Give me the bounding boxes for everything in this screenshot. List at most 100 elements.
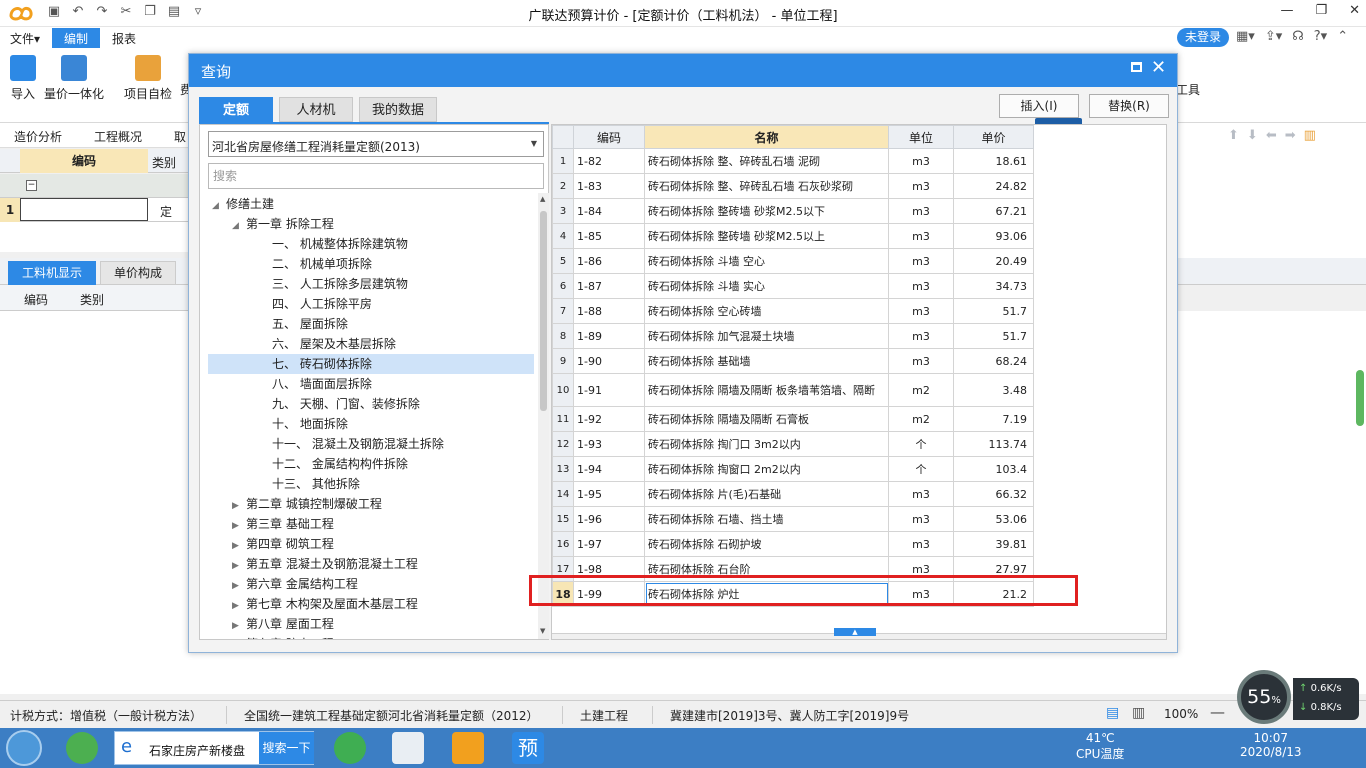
header-name[interactable]: 名称 xyxy=(644,125,889,149)
code-cell[interactable]: 1-95 xyxy=(573,481,645,507)
table-row[interactable]: 9 1-90 砖石砌体拆除 基础墙 m3 68.24 xyxy=(552,348,1034,374)
table-row[interactable]: 7 1-88 砖石砌体拆除 空心砖墙 m3 51.7 xyxy=(552,298,1034,324)
table-row[interactable]: 6 1-87 砖石砌体拆除 斗墙 实心 m3 34.73 xyxy=(552,273,1034,299)
code-cell[interactable]: 1-91 xyxy=(573,373,645,407)
name-cell[interactable]: 砖石砌体拆除 片(毛)石基础 xyxy=(644,481,889,507)
table-row[interactable]: 15 1-96 砖石砌体拆除 石墙、挡土墙 m3 53.06 xyxy=(552,506,1034,532)
tree-node[interactable]: 六、 屋架及木基层拆除 xyxy=(258,334,396,354)
tree-node[interactable]: ▶ 第二章 城镇控制爆破工程 xyxy=(232,494,382,514)
app360-icon[interactable] xyxy=(66,732,98,764)
tree-node[interactable]: 十三、 其他拆除 xyxy=(258,474,360,494)
name-cell[interactable]: 砖石砌体拆除 掏门口 3m2以内 xyxy=(644,431,889,457)
unit-cell[interactable]: 个 xyxy=(888,431,954,457)
tree-node[interactable]: ▶ 第八章 屋面工程 xyxy=(232,614,334,634)
insert-button[interactable]: 插入(I) xyxy=(999,94,1079,118)
name-cell[interactable]: 砖石砌体拆除 基础墙 xyxy=(644,348,889,374)
name-cell[interactable]: 砖石砌体拆除 石台阶 xyxy=(644,556,889,582)
table-row[interactable]: 3 1-84 砖石砌体拆除 整砖墙 砂浆M2.5以下 m3 67.21 xyxy=(552,198,1034,224)
upload-icon[interactable]: ⇪▾ xyxy=(1265,29,1282,44)
code-cell[interactable]: 1-94 xyxy=(573,456,645,482)
code-cell[interactable]: 1-98 xyxy=(573,556,645,582)
price-cell[interactable]: 34.73 xyxy=(953,273,1034,299)
unit-cell[interactable]: m3 xyxy=(888,273,954,299)
arrow-up-icon[interactable]: ⬆ xyxy=(1228,128,1239,143)
code-cell[interactable]: 1-89 xyxy=(573,323,645,349)
scroll-up-icon[interactable]: ▲ xyxy=(540,195,545,203)
name-cell[interactable]: 砖石砌体拆除 石墙、挡土墙 xyxy=(644,506,889,532)
expand-arrow-icon[interactable]: ▶ xyxy=(232,596,246,616)
taskbar-search-button[interactable]: 搜索一下 xyxy=(259,732,314,764)
import-button[interactable]: 导入 xyxy=(10,55,36,102)
close-icon[interactable]: ✕ xyxy=(1349,3,1360,18)
menu-edit[interactable]: 编制 xyxy=(52,28,101,48)
expand-arrow-icon[interactable]: ▶ xyxy=(232,536,246,556)
table-row[interactable]: 2 1-83 砖石砌体拆除 整、碎砖乱石墙 石灰砂浆砌 m3 24.82 xyxy=(552,173,1034,199)
chat-app-icon[interactable] xyxy=(392,732,424,764)
maximize-icon[interactable] xyxy=(1131,62,1142,72)
tree-node[interactable]: 三、 人工拆除多层建筑物 xyxy=(258,274,408,294)
restore-icon[interactable]: ❐ xyxy=(1315,3,1327,18)
minimize-icon[interactable]: — xyxy=(1280,3,1293,18)
code-cell[interactable]: 1-88 xyxy=(573,298,645,324)
price-cell[interactable]: 53.06 xyxy=(953,506,1034,532)
price-cell[interactable]: 21.2 xyxy=(953,581,1034,607)
collapse-arrow-icon[interactable]: ◢ xyxy=(232,216,246,236)
header-price[interactable]: 单价 xyxy=(953,125,1034,149)
menu-file[interactable]: 文件▾ xyxy=(10,30,40,47)
tree-node[interactable]: ▶ 第四章 砌筑工程 xyxy=(232,534,334,554)
replace-button[interactable]: 替换(R) xyxy=(1089,94,1169,118)
code-cell[interactable]: 1-93 xyxy=(573,431,645,457)
unit-cell[interactable]: 个 xyxy=(888,456,954,482)
tree-node[interactable]: 四、 人工拆除平房 xyxy=(258,294,372,314)
expand-arrow-icon[interactable]: ▶ xyxy=(232,556,246,576)
table-row[interactable]: 16 1-97 砖石砌体拆除 石砌护坡 m3 39.81 xyxy=(552,531,1034,557)
table-row[interactable]: 14 1-95 砖石砌体拆除 片(毛)石基础 m3 66.32 xyxy=(552,481,1034,507)
login-button[interactable]: 未登录 xyxy=(1177,28,1229,47)
name-cell[interactable]: 砖石砌体拆除 隔墙及隔断 板条墙苇箔墙、隔断 xyxy=(644,373,889,407)
name-cell[interactable]: 砖石砌体拆除 炉灶 xyxy=(644,581,889,607)
name-cell[interactable]: 砖石砌体拆除 石砌护坡 xyxy=(644,531,889,557)
name-cell[interactable]: 砖石砌体拆除 整、碎砖乱石墙 石灰砂浆砌 xyxy=(644,173,889,199)
unit-cell[interactable]: m3 xyxy=(888,298,954,324)
name-cell[interactable]: 砖石砌体拆除 斗墙 实心 xyxy=(644,273,889,299)
grid-icon[interactable]: ▦▾ xyxy=(1236,29,1255,44)
unit-cell[interactable]: m3 xyxy=(888,198,954,224)
price-cell[interactable]: 18.61 xyxy=(953,148,1034,174)
code-cell[interactable]: 1-90 xyxy=(573,348,645,374)
dialog-close-icon[interactable]: ✕ xyxy=(1151,57,1166,78)
project-check-button[interactable]: 项目自检 xyxy=(124,55,172,102)
collapse-icon[interactable]: ⌃ xyxy=(1337,29,1348,44)
browser-task[interactable]: e 石家庄房产新楼盘 搜索一下 xyxy=(114,731,314,765)
code-cell[interactable]: 1-83 xyxy=(573,173,645,199)
panel-toggle-icon[interactable]: ▲ xyxy=(834,628,876,636)
table-row[interactable]: 18 1-99 砖石砌体拆除 炉灶 m3 21.2 xyxy=(552,581,1034,607)
filter-icon[interactable]: ▥ xyxy=(1304,128,1316,143)
code-cell[interactable]: 1-86 xyxy=(573,248,645,274)
price-cell[interactable]: 39.81 xyxy=(953,531,1034,557)
tree-node[interactable]: ▶ 第三章 基础工程 xyxy=(232,514,334,534)
tree-node[interactable]: 一、 机械整体拆除建筑物 xyxy=(258,234,408,254)
unit-cell[interactable]: m3 xyxy=(888,323,954,349)
unit-cell[interactable]: m3 xyxy=(888,556,954,582)
tree-node[interactable]: ▶第九章 防水工程 xyxy=(232,634,334,639)
price-cell[interactable]: 67.21 xyxy=(953,198,1034,224)
table-row[interactable]: 8 1-89 砖石砌体拆除 加气混凝土块墙 m3 51.7 xyxy=(552,323,1034,349)
expand-arrow-icon[interactable]: ▶ xyxy=(232,616,246,636)
price-cell[interactable]: 7.19 xyxy=(953,406,1034,432)
tab-labor-display[interactable]: 工料机显示 xyxy=(8,261,96,285)
price-cell[interactable]: 20.49 xyxy=(953,248,1034,274)
unit-cell[interactable]: m3 xyxy=(888,481,954,507)
unit-cell[interactable]: m3 xyxy=(888,581,954,607)
scroll-down-icon[interactable]: ▼ xyxy=(540,627,545,635)
unit-cell[interactable]: m3 xyxy=(888,506,954,532)
zoom-out-icon[interactable]: — xyxy=(1210,703,1225,721)
expand-arrow-icon[interactable]: ▶ xyxy=(232,496,246,516)
price-cell[interactable]: 24.82 xyxy=(953,173,1034,199)
unit-cell[interactable]: m3 xyxy=(888,148,954,174)
price-cell[interactable]: 93.06 xyxy=(953,223,1034,249)
tree-node[interactable]: 十二、 金属结构构件拆除 xyxy=(258,454,408,474)
name-cell[interactable]: 砖石砌体拆除 斗墙 空心 xyxy=(644,248,889,274)
name-cell[interactable]: 砖石砌体拆除 空心砖墙 xyxy=(644,298,889,324)
tree-node[interactable]: 九、 天棚、门窗、装修拆除 xyxy=(258,394,420,414)
unit-cell[interactable]: m3 xyxy=(888,531,954,557)
